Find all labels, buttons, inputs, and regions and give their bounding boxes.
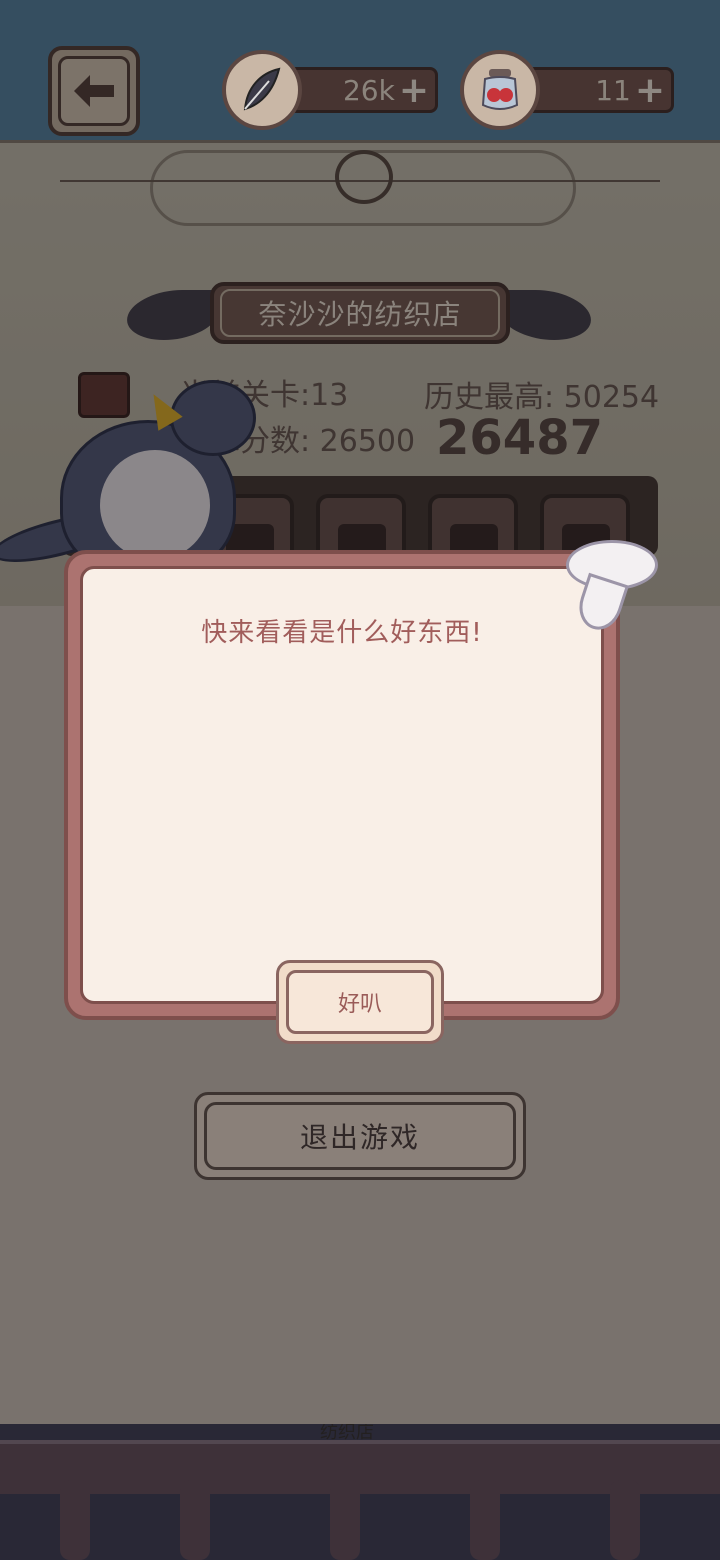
berry-jar-icon bbox=[460, 50, 540, 130]
ok-button[interactable]: 好叭 bbox=[276, 960, 444, 1044]
feather-icon bbox=[222, 50, 302, 130]
dialog-message: 快来看看是什么好东西! bbox=[201, 618, 483, 648]
ok-button-label: 好叭 bbox=[286, 970, 434, 1034]
exit-game-label: 退出游戏 bbox=[204, 1102, 516, 1170]
exit-game-button[interactable]: 退出游戏 bbox=[194, 1092, 526, 1180]
